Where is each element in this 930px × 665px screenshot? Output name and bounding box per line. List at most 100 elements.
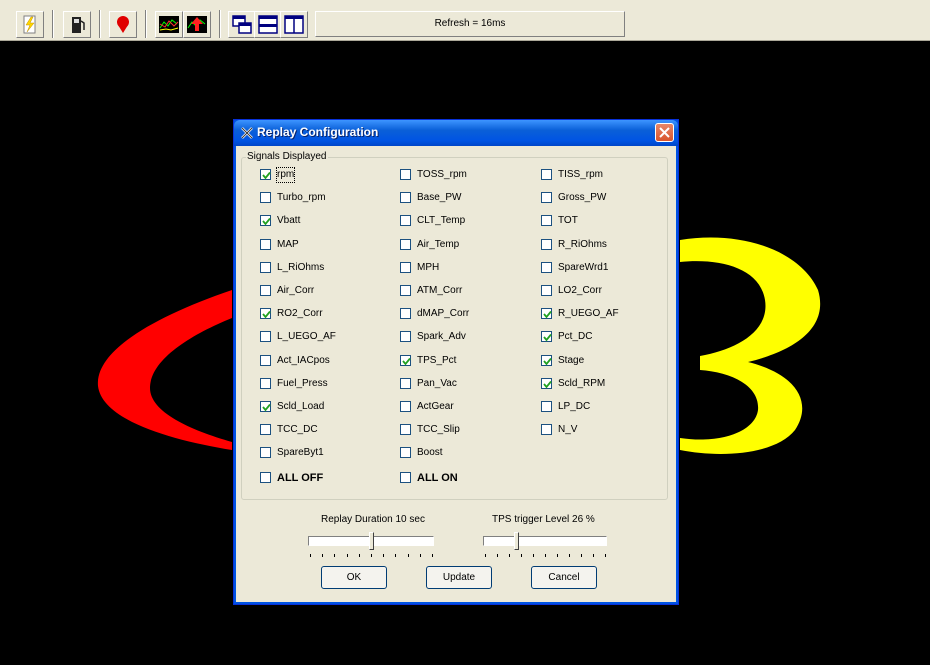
slider-thumb[interactable] [514,532,519,550]
signal-label: TISS_rpm [558,169,604,180]
signal-label: Spark_Adv [417,331,466,343]
chart-up-button[interactable] [183,11,211,38]
signal-label: SpareByt1 [277,447,324,459]
slider-tick [569,554,570,557]
toolbar: Refresh = 16ms [0,0,930,41]
check-mark-icon [543,380,552,389]
checkbox-box[interactable] [400,285,411,296]
refresh-rate-display: Refresh = 16ms [315,11,625,37]
checkbox-box[interactable] [260,308,271,320]
checkbox-box[interactable] [541,401,552,412]
signal-label: R_UEGO_AF [558,308,619,320]
checkbox-box[interactable] [400,354,411,366]
checkbox-box[interactable] [400,377,411,389]
checkbox-box[interactable] [260,401,271,412]
checkbox-box[interactable] [400,472,411,483]
slider-tick [605,554,606,557]
checkbox-box[interactable] [400,261,411,273]
checkbox-box[interactable] [541,261,552,273]
checkbox-box[interactable] [541,424,552,436]
signal-label: Stage [558,354,585,366]
signal-label: ATM_Corr [417,285,463,296]
check-mark-icon [543,357,552,366]
checkbox-box[interactable] [260,424,271,436]
ok-button[interactable]: OK [321,566,387,589]
checkbox-box[interactable] [260,472,271,483]
slider-tick [371,554,372,557]
lightning-button[interactable] [16,11,44,38]
signal-label: Pan_Vac [417,377,457,389]
checkbox-box[interactable] [400,401,411,412]
slider-tick [581,554,582,557]
checkbox-box[interactable] [400,308,411,320]
checkbox-box[interactable] [400,215,411,227]
checkbox-box[interactable] [400,447,411,459]
fuel-pump-button[interactable] [63,11,91,38]
checkbox-box[interactable] [541,285,552,296]
dialog-title-bar[interactable]: Replay Configuration [234,120,678,146]
checkbox-box[interactable] [541,238,552,250]
checkbox-box[interactable] [260,215,271,227]
checkbox-box[interactable] [400,424,411,436]
cascade-windows-icon [232,15,252,34]
tile-horizontal-button[interactable] [254,11,282,38]
checkbox-box[interactable] [541,169,552,180]
replay-duration-slider[interactable] [308,532,434,557]
slider-tick [509,554,510,557]
check-mark-icon [262,403,271,412]
checkbox-box[interactable] [260,169,271,180]
update-button[interactable]: Update [426,566,492,589]
checkbox-box[interactable] [541,308,552,320]
tps-trigger-slider[interactable] [483,532,607,557]
checkbox-box[interactable] [260,354,271,366]
signal-label: LO2_Corr [558,285,602,296]
checkbox-box[interactable] [400,192,411,204]
checkbox-box[interactable] [260,285,271,296]
all-on-label: ALL ON [417,472,458,484]
slider-tick [395,554,396,557]
slider-thumb[interactable] [369,532,374,550]
slider-tick [432,554,433,557]
replay-configuration-dialog: Replay Configuration Signals Displayed r… [233,119,679,605]
tile-horizontal-icon [258,15,278,34]
signal-label: rpm [275,167,296,183]
checkbox-box[interactable] [260,238,271,250]
chart-up-icon [187,16,207,33]
checkbox-box[interactable] [260,261,271,273]
dialog-title: Replay Configuration [257,125,379,139]
chart-button[interactable] [155,11,183,38]
checkbox-box[interactable] [400,169,411,180]
checkbox-box[interactable] [400,238,411,250]
checkbox-box[interactable] [541,331,552,343]
checkbox-box[interactable] [260,377,271,389]
pin-button[interactable] [109,11,137,38]
toolbar-separator [99,10,101,38]
signal-label: TPS_Pct [417,354,457,366]
checkbox-box[interactable] [541,377,552,389]
checkbox-box[interactable] [260,192,271,204]
signal-label: Scld_RPM [558,377,606,389]
toolbar-separator [52,10,54,38]
check-mark-icon [543,311,552,319]
check-mark-icon [543,334,552,342]
checkbox-box[interactable] [541,192,552,204]
close-button[interactable] [655,123,674,142]
checkbox-box[interactable] [541,215,552,227]
checkbox-box[interactable] [400,331,411,343]
cascade-windows-button[interactable] [228,11,256,38]
signal-label: Fuel_Press [277,377,328,389]
checkbox-box[interactable] [260,447,271,459]
tile-vertical-button[interactable] [280,11,308,38]
tools-icon [241,127,253,139]
checkbox-box[interactable] [260,331,271,343]
signal-label: Vbatt [277,215,301,227]
signal-label: MPH [417,261,440,273]
slider-track[interactable] [483,536,607,546]
cancel-button[interactable]: Cancel [531,566,597,589]
checkbox-box[interactable] [541,354,552,366]
check-mark-icon [402,357,411,366]
slider-tick [593,554,594,557]
slider-tick [420,554,421,557]
signal-label: TOSS_rpm [417,169,467,180]
slider-ticks [485,554,606,558]
